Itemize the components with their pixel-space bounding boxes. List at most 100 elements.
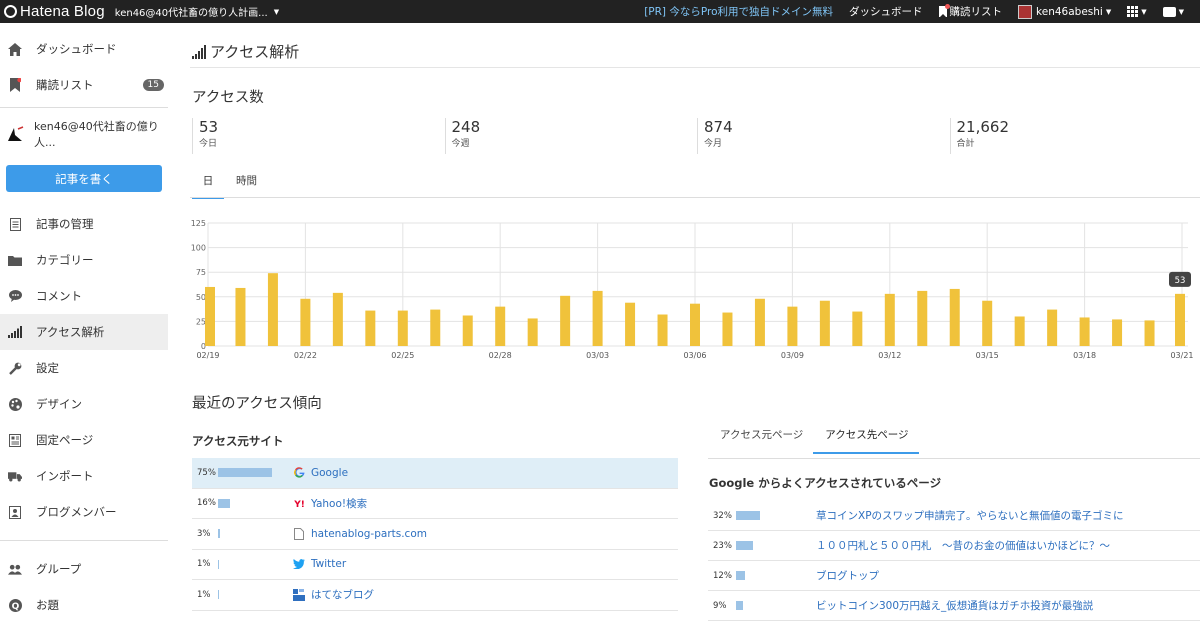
destination-table: 32% 草コインXPのスワップ申請完了。やらないと無価値の電子ゴミに 23% １… <box>708 501 1200 621</box>
reading-count-badge: 15 <box>143 79 164 91</box>
y-tick-label: 100 <box>191 244 206 253</box>
bar <box>1112 319 1122 346</box>
bar <box>1175 294 1185 346</box>
bar <box>528 318 538 346</box>
table-row[interactable]: 3% hatenablog-parts.com <box>192 519 678 550</box>
x-tick-label: 03/06 <box>683 351 706 360</box>
percent-bar <box>218 499 230 508</box>
stat-today: 53 今日 <box>192 118 445 154</box>
divider <box>0 107 168 108</box>
sidebar-item-import[interactable]: インポート <box>0 458 168 494</box>
percent-bar <box>218 468 272 477</box>
bar <box>1145 320 1155 346</box>
tab-source-pages[interactable]: アクセス元ページ <box>708 427 813 454</box>
percent-bar <box>736 571 745 580</box>
hatena-logo[interactable]: Hatena Blog <box>0 0 105 23</box>
page-icon <box>8 433 22 447</box>
member-icon <box>8 505 22 519</box>
trend-heading: 最近のアクセス傾向 <box>192 392 322 413</box>
referrer-heading: アクセス元サイト <box>192 433 283 449</box>
sidebar-item-settings[interactable]: 設定 <box>0 350 168 386</box>
bars-icon <box>8 325 22 339</box>
notifications-menu[interactable]: ▼ <box>1163 7 1184 17</box>
bar <box>430 310 440 346</box>
sidebar-item-group[interactable]: グループ <box>0 551 168 587</box>
percent-bar <box>218 590 219 599</box>
sidebar-item-odai[interactable]: Q お題 <box>0 587 168 623</box>
table-row[interactable]: 32% 草コインXPのスワップ申請完了。やらないと無価値の電子ゴミに <box>708 501 1200 531</box>
sidebar-item-articles[interactable]: 記事の管理 <box>0 206 168 242</box>
caret-down-icon: ▼ <box>274 8 279 16</box>
blog-selector[interactable]: ken46@40代社畜の億り人計画... ▼ <box>115 4 279 19</box>
table-row[interactable]: 1% Twitter <box>192 550 678 581</box>
table-row[interactable]: 12% ブログトップ <box>708 561 1200 591</box>
question-icon: Q <box>8 598 22 612</box>
group-icon <box>8 562 22 576</box>
tab-destination-pages[interactable]: アクセス先ページ <box>813 427 918 454</box>
x-tick-label: 03/03 <box>586 351 609 360</box>
divider <box>190 67 1200 68</box>
bar <box>300 299 310 346</box>
caret-down-icon: ▼ <box>1179 8 1184 16</box>
bar <box>560 296 570 346</box>
bar <box>593 291 603 346</box>
top-bar: Hatena Blog ken46@40代社畜の億り人計画... ▼ [PR] … <box>0 0 1200 23</box>
table-row[interactable]: 23% １００円札と５００円札 ～昔のお金の価値はいかほどに？～ <box>708 531 1200 561</box>
blog-link[interactable]: ken46@40代社畜の億り人... <box>0 112 168 156</box>
sidebar-item-category[interactable]: カテゴリー <box>0 242 168 278</box>
sidebar-item-comment[interactable]: コメント <box>0 278 168 314</box>
bar <box>658 315 668 346</box>
sidebar: ダッシュボード 購読リスト 15 ken46@40代社畜の億り人... 記事を書… <box>0 23 168 613</box>
x-tick-label: 02/28 <box>489 351 512 360</box>
bar <box>463 315 473 346</box>
user-menu[interactable]: ken46abeshi ▼ <box>1018 5 1111 19</box>
write-article-button[interactable]: 記事を書く <box>6 165 162 192</box>
table-row[interactable]: 75% Google <box>192 458 678 489</box>
logo-mark-icon <box>4 5 17 18</box>
blog-avatar <box>6 125 24 143</box>
sidebar-item-access-analysis[interactable]: アクセス解析 <box>0 314 168 350</box>
home-icon <box>8 42 22 56</box>
sidebar-item-reading-list[interactable]: 購読リスト 15 <box>0 67 168 103</box>
bar <box>950 289 960 346</box>
apps-menu[interactable]: ▼ <box>1127 6 1146 17</box>
y-tick-label: 25 <box>196 317 206 326</box>
y-tick-label: 75 <box>196 268 206 277</box>
bar <box>755 299 765 346</box>
divider <box>0 540 168 541</box>
sidebar-item-design[interactable]: デザイン <box>0 386 168 422</box>
tab-day[interactable]: 日 <box>192 173 224 199</box>
y-tick-label: 50 <box>196 293 206 302</box>
hatena-icon <box>293 589 305 601</box>
bars-icon <box>192 45 206 59</box>
table-row[interactable]: 1% はてなブログ <box>192 580 678 611</box>
palette-icon <box>8 397 22 411</box>
caret-down-icon: ▼ <box>1141 8 1146 16</box>
reading-list-link[interactable]: 購読リスト <box>939 4 1003 19</box>
stat-total: 21,662 合計 <box>950 118 1200 154</box>
bar <box>1047 310 1057 346</box>
stat-month: 874 今月 <box>697 118 950 154</box>
comment-icon <box>8 289 22 303</box>
tab-hour[interactable]: 時間 <box>224 173 269 199</box>
bar <box>982 301 992 346</box>
bar <box>852 312 862 346</box>
sidebar-item-static-pages[interactable]: 固定ページ <box>0 422 168 458</box>
percent-bar <box>736 511 760 520</box>
twitter-icon <box>293 558 305 570</box>
table-row[interactable]: 9% ビットコイン300万円越え_仮想通貨はガチホ投資が最強説 <box>708 591 1200 621</box>
caret-down-icon: ▼ <box>1106 8 1111 16</box>
sidebar-item-dashboard[interactable]: ダッシュボード <box>0 31 168 67</box>
bar <box>820 301 830 346</box>
table-row[interactable]: 16% Y! Yahoo!検索 <box>192 489 678 520</box>
sidebar-item-blog-members[interactable]: ブログメンバー <box>0 494 168 530</box>
x-tick-label: 03/21 <box>1170 351 1193 360</box>
avatar <box>1018 5 1032 19</box>
dashboard-link[interactable]: ダッシュボード <box>849 4 923 19</box>
bar <box>690 304 700 346</box>
x-tick-label: 02/22 <box>294 351 317 360</box>
pr-link[interactable]: [PR] 今ならPro利用で独自ドメイン無料 <box>644 4 833 19</box>
bar <box>1080 317 1090 346</box>
bar <box>722 313 732 346</box>
x-tick-label: 03/09 <box>781 351 804 360</box>
